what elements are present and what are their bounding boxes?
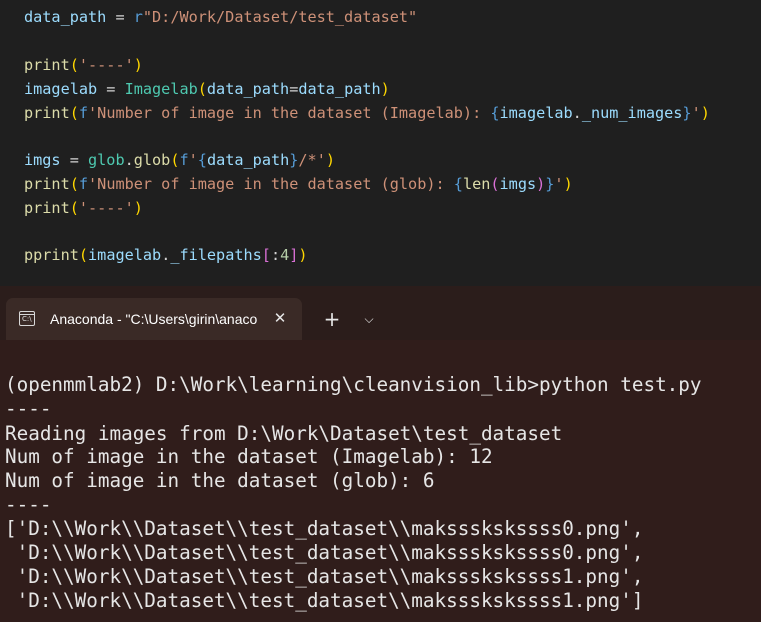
code-line: imgs = glob.glob(f'{data_path}/*') [24, 148, 335, 172]
code-token: print [24, 104, 70, 122]
code-token: '----' [78, 199, 134, 217]
code-token: '----' [78, 56, 134, 74]
code-token: 'Number of image in the dataset (glob): [88, 175, 454, 193]
terminal-line: 'D:\\Work\\Dataset\\test_dataset\\maksss… [5, 589, 644, 612]
new-tab-button[interactable]: + [320, 307, 344, 331]
terminal-line: ['D:\\Work\\Dataset\\test_dataset\\makss… [5, 517, 644, 540]
code-token: ) [536, 175, 546, 193]
code-token: len [462, 175, 491, 193]
code-line: print(f'Number of image in the dataset (… [24, 172, 573, 196]
code-token: ) [133, 199, 143, 217]
code-line: imagelab = Imagelab(data_path=data_path) [24, 77, 390, 101]
close-icon[interactable]: ✕ [270, 307, 290, 329]
code-token: : [270, 246, 281, 264]
code-token: r [133, 8, 143, 26]
code-token: ) [133, 56, 143, 74]
code-token: { [197, 151, 207, 169]
code-token: f [78, 104, 89, 122]
terminal-line: Num of image in the dataset (Imagelab): … [5, 445, 493, 468]
code-token: ) [298, 246, 308, 264]
code-token: . [572, 104, 582, 122]
terminal-line: Num of image in the dataset (glob): 6 [5, 469, 435, 492]
code-token: "D:/Work/Dataset/test_dataset" [142, 8, 418, 26]
code-token: data_path [298, 80, 381, 98]
code-token: ' [691, 104, 701, 122]
code-editor[interactable]: data_path = r"D:/Work/Dataset/test_datas… [0, 0, 761, 286]
code-token: } [682, 104, 692, 122]
code-line: print(f'Number of image in the dataset (… [24, 101, 710, 125]
code-token: pprint [24, 246, 79, 264]
code-token: { [490, 104, 500, 122]
code-token: ' [554, 175, 564, 193]
code-token: data_path [206, 151, 290, 169]
chevron-down-icon[interactable]: ⌵ [358, 308, 380, 330]
code-token: . [161, 246, 171, 264]
code-token: print [24, 175, 70, 193]
terminal-output[interactable]: (openmmlab2) D:\Work\learning\cleanvisio… [0, 340, 761, 622]
code-token: ( [490, 175, 500, 193]
terminal-line: 'D:\\Work\\Dataset\\test_dataset\\maksss… [5, 565, 644, 588]
code-token: = [97, 80, 125, 98]
code-line: pprint(imagelab._filepaths[:4]) [24, 243, 308, 267]
code-token: /*' [298, 151, 326, 169]
code-token: imgs [24, 151, 61, 169]
code-token: imagelab [24, 80, 98, 98]
code-token: ' [188, 151, 198, 169]
code-token: print [24, 199, 70, 217]
code-token: f [179, 151, 189, 169]
code-line: print('----') [24, 53, 143, 77]
code-token: . [124, 151, 134, 169]
terminal-line: (openmmlab2) D:\Work\learning\cleanvisio… [5, 373, 702, 396]
code-token: ) [700, 104, 710, 122]
code-token: _filepaths [170, 246, 262, 264]
code-token: ) [563, 175, 573, 193]
code-token: imgs [499, 175, 537, 193]
code-token: = [289, 80, 299, 98]
code-token: data_path [206, 80, 290, 98]
terminal-line: ---- [5, 397, 52, 420]
terminal-icon: C:\ [19, 311, 35, 326]
code-token: imagelab [88, 246, 162, 264]
code-token: ( [69, 104, 79, 122]
code-token: data_path [24, 8, 107, 26]
code-token: { [453, 175, 463, 193]
code-token: 4 [280, 246, 290, 264]
code-token: _num_images [581, 104, 683, 122]
terminal-tab-anaconda[interactable]: C:\ Anaconda - "C:\Users\girin\anaconda3… [6, 298, 302, 340]
code-token: ) [380, 80, 390, 98]
terminal-line: Reading images from D:\Work\Dataset\test… [5, 422, 563, 445]
code-token: ( [69, 56, 79, 74]
terminal-line: 'D:\\Work\\Dataset\\test_dataset\\maksss… [5, 541, 644, 564]
code-token: print [24, 56, 70, 74]
code-token: = [60, 151, 89, 169]
code-token: glob [133, 151, 171, 169]
code-token: f [78, 175, 89, 193]
terminal-tab-bar: C:\ Anaconda - "C:\Users\girin\anaconda3… [0, 286, 761, 340]
code-token: [ [261, 246, 271, 264]
code-token: 'Number of image in the dataset (Imagela… [88, 104, 491, 122]
code-line: print('----') [24, 196, 143, 220]
code-token: imagelab [499, 104, 573, 122]
code-line: data_path = r"D:/Work/Dataset/test_datas… [24, 5, 417, 29]
code-token: ) [325, 151, 335, 169]
tab-title: Anaconda - "C:\Users\girin\anaconda3\ [50, 311, 258, 327]
code-token: glob [88, 151, 125, 169]
code-token: ( [197, 80, 207, 98]
code-token: ( [69, 199, 79, 217]
terminal-icon-label: C:\ [22, 315, 32, 323]
code-token: = [106, 8, 134, 26]
terminal-line: ---- [5, 493, 52, 516]
code-token: Imagelab [124, 80, 198, 98]
code-token: ( [78, 246, 89, 264]
code-token: ( [69, 175, 79, 193]
